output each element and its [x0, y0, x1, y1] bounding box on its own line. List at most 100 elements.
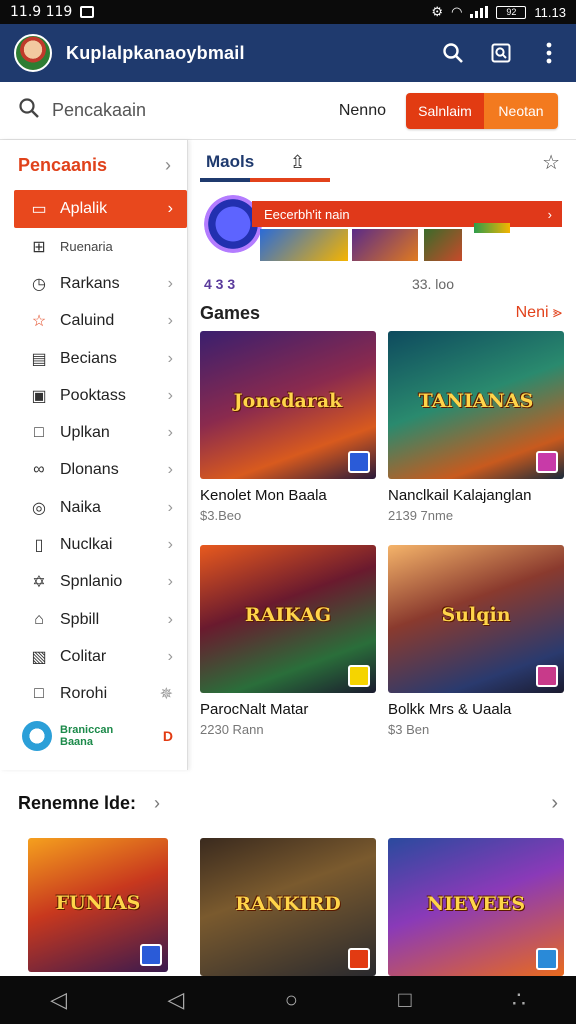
cover-title: NIEVEES — [426, 893, 526, 916]
see-more-link[interactable]: Neni ⪢ — [516, 304, 562, 322]
cover-title: FUNIAS — [55, 891, 141, 914]
chevron-right-icon: › — [167, 610, 173, 628]
platform-badge-icon — [536, 451, 558, 473]
badge-icon: ✡ — [32, 574, 46, 592]
chevron-right-icon: › — [547, 206, 552, 222]
game-card[interactable]: TANIANAS Nanclkail Kalajanglan 2139 7nme — [388, 331, 564, 523]
game-card[interactable]: Jonedarak Kenolet Mon Baala $3.Beo — [200, 331, 376, 523]
game-card[interactable]: Sulqin Bolkk Mrs & Uaala $3 Ben — [388, 545, 564, 737]
app-actions — [440, 40, 562, 66]
chevron-right-icon: › — [167, 386, 173, 404]
search-icon[interactable] — [18, 97, 40, 124]
sidebar-item[interactable]: ⊞ Ruenaria — [0, 228, 187, 265]
promo-thumb[interactable] — [260, 229, 348, 261]
sidebar-item[interactable]: ◷ Rarkans › — [0, 265, 187, 302]
sidebar-item[interactable]: ▯ Nuclkai › — [0, 526, 187, 563]
promo-thumb[interactable] — [424, 229, 462, 261]
sidebar-item[interactable]: ◎ Naika › — [0, 489, 187, 526]
sidebar-item[interactable]: □ Rorohi ✵ — [0, 676, 187, 713]
sidebar-list: ▭ Aplalik › ⊞ Ruenaria ◷ Rarkans › ☆ Caluind › ▤ Bec… — [0, 190, 187, 713]
chevron-right-icon[interactable]: › — [551, 792, 558, 815]
game-name: Kenolet Mon Baala — [200, 487, 327, 504]
link-icon: ∞ — [33, 461, 45, 479]
more-vert-icon[interactable] — [536, 40, 562, 66]
assistant-icon[interactable]: ∴ — [512, 987, 526, 1013]
sidebar-item[interactable]: ▣ Pooktass › — [0, 377, 187, 414]
sidebar-item[interactable]: ☆ Caluind › — [0, 303, 187, 340]
wifi-icon: ◠ — [451, 4, 463, 19]
sidebar-footer-text: Braniccan Baana — [60, 724, 113, 748]
doc-icon: ▭ — [31, 201, 47, 218]
footer-line1: Braniccan — [60, 723, 114, 736]
home-circle-icon[interactable]: ○ — [285, 987, 298, 1013]
game-name: ParocNalt Matar — [200, 701, 309, 718]
platform-badge-icon — [348, 948, 370, 970]
section-title: Games — [200, 302, 261, 323]
promo-thumb[interactable] — [474, 223, 510, 233]
upload-icon[interactable]: ⇫ — [290, 152, 305, 173]
sidebar-item-label: Caluind — [60, 312, 115, 330]
cover-title: TANIANAS — [418, 390, 534, 413]
game-cover: Jonedarak — [200, 331, 376, 479]
game-meta: $3 Ben — [388, 722, 430, 737]
game-card[interactable]: RAIKAG ParocNalt Matar 2230 Rann — [200, 545, 376, 737]
cover-title: Sulqin — [441, 604, 511, 627]
screenshot-icon[interactable] — [488, 40, 514, 66]
game-cover: NIEVEES — [388, 838, 564, 976]
recommended-card[interactable]: NIEVEES — [388, 838, 564, 976]
sidebar-item[interactable]: ✡ Spnlanio › — [0, 564, 187, 601]
seg-button-secondary[interactable]: Neotan — [484, 92, 558, 129]
game-name: Nanclkail Kalajanglan — [388, 487, 532, 504]
sidebar-header[interactable]: Pencaanis › — [0, 140, 187, 190]
seg-button-primary[interactable]: Salnlaim — [406, 92, 484, 129]
sidebar-item-label: Pooktass — [60, 386, 126, 404]
avatar[interactable] — [14, 34, 52, 72]
sidebar-item[interactable]: ▧ Colitar › — [0, 638, 187, 675]
recommended-card[interactable]: RANKIRD — [200, 838, 376, 976]
sidebar-item[interactable]: ∞ Dlonans › — [0, 452, 187, 489]
chevron-right-icon: › — [167, 312, 173, 330]
platform-badge-icon — [348, 665, 370, 687]
sidebar-item-label: Naika — [60, 498, 101, 516]
sidebar-item-label: Becians — [60, 349, 117, 367]
sidebar-item-label: Spnlanio — [60, 573, 123, 591]
game-cover: TANIANAS — [388, 331, 564, 479]
promo-bar[interactable]: Eecerbh'it nain › — [252, 201, 562, 227]
chevron-right-icon: › — [167, 424, 173, 442]
star-icon[interactable]: ☆ — [542, 150, 560, 175]
tab-underline-accent — [250, 178, 330, 182]
sidebar-item-label: Colitar — [60, 647, 107, 665]
segmented-control: Salnlaim Neotan — [406, 92, 558, 129]
recents-icon[interactable]: □ — [398, 987, 411, 1013]
recommended-card[interactable]: FUNIAS — [28, 838, 204, 972]
sidebar-item[interactable]: ▤ Becians › — [0, 340, 187, 377]
cover-title: Jonedarak — [233, 390, 343, 413]
chat-icon: ◎ — [32, 499, 46, 517]
promo-thumb[interactable] — [352, 229, 418, 261]
chevron-right-icon: › — [167, 498, 173, 516]
signal-text: 11.13 — [534, 4, 566, 20]
search-input[interactable]: Pencakaain — [52, 100, 339, 121]
app-bar: Kuplalpkanaoybmail — [0, 24, 576, 82]
recommended-header[interactable]: Renemne lde: › › — [18, 792, 558, 815]
sidebar-footer[interactable]: Braniccan Baana D — [0, 713, 187, 751]
back-icon[interactable]: ◁ — [167, 987, 184, 1013]
chevron-right-icon: › — [167, 573, 173, 591]
game-meta: 2139 7nme — [388, 508, 454, 523]
sidebar-item[interactable]: □ Uplkan › — [0, 414, 187, 451]
chevron-right-icon: › — [154, 793, 161, 813]
menu-link[interactable]: Nenno — [339, 102, 386, 120]
sidebar-item-label: Dlonans — [60, 461, 119, 479]
sidebar-item[interactable]: ⌂ Spbill › — [0, 601, 187, 638]
box-icon: ▣ — [31, 387, 47, 405]
back-icon[interactable]: ◁ — [50, 987, 67, 1013]
search-icon[interactable] — [440, 40, 466, 66]
sidebar-item-label: Aplalik — [60, 200, 108, 217]
recommended-title: Renemne lde: — [18, 793, 137, 813]
tab-maols[interactable]: Maols — [200, 152, 290, 172]
sidebar-item[interactable]: ▭ Aplalik › — [14, 190, 187, 228]
game-cover: RANKIRD — [200, 838, 376, 976]
search-row: Pencakaain Nenno Salnlaim Neotan — [0, 82, 576, 140]
promo-banner[interactable]: Eecerbh'it nain › — [204, 193, 562, 265]
chevron-right-icon: › — [167, 647, 173, 665]
